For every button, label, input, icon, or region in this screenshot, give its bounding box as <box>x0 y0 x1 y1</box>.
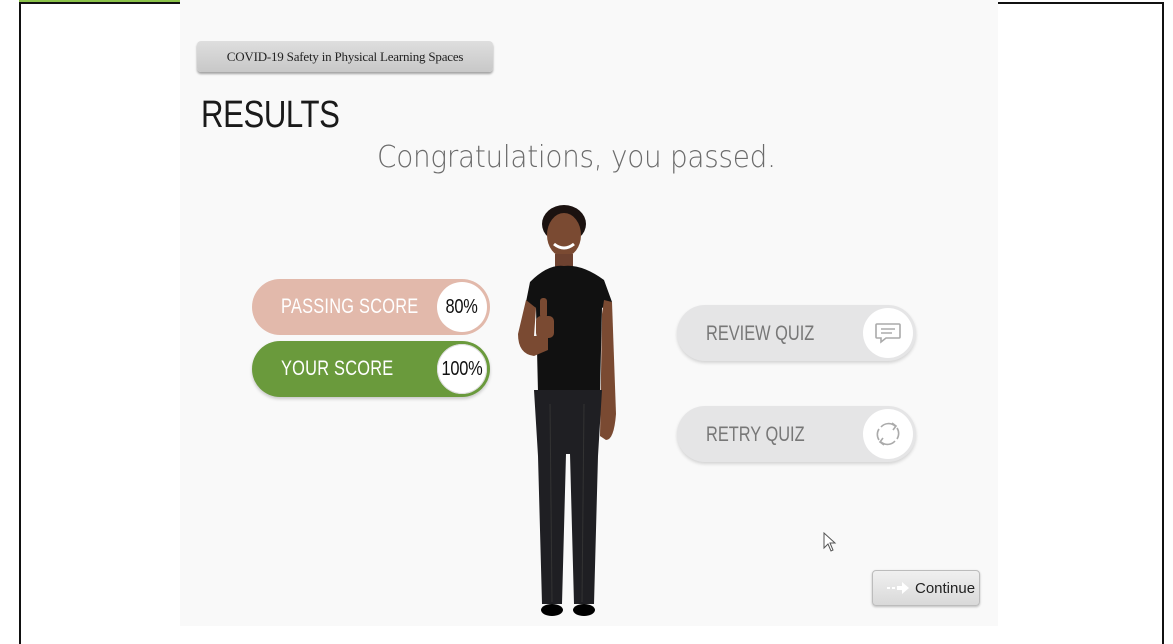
retry-quiz-label: RETRY QUIZ <box>706 423 805 446</box>
your-score-label: YOUR SCORE <box>281 357 394 380</box>
passing-score-badge: 80% <box>437 282 487 332</box>
your-score-badge: 100% <box>437 344 487 394</box>
retry-quiz-button[interactable]: RETRY QUIZ <box>677 406 916 462</box>
course-title-tag: COVID-19 Safety in Physical Learning Spa… <box>197 41 493 72</box>
review-quiz-button[interactable]: REVIEW QUIZ <box>677 305 916 361</box>
your-score-pill: YOUR SCORE 100% <box>252 341 490 397</box>
continue-label: Continue <box>915 579 976 597</box>
refresh-icon <box>863 409 913 459</box>
mouse-cursor-icon <box>823 532 837 552</box>
review-quiz-label: REVIEW QUIZ <box>706 322 815 345</box>
chat-bubble-icon <box>863 308 913 358</box>
arrow-right-icon <box>887 582 909 594</box>
continue-button[interactable]: Continue <box>872 570 980 606</box>
presenter-figure <box>518 205 616 616</box>
page-title: RESULTS <box>201 94 340 136</box>
passing-score-value: 80% <box>445 295 479 318</box>
result-message: Congratulations, you passed. <box>377 140 776 175</box>
passing-score-label: PASSING SCORE <box>281 295 419 318</box>
passing-score-pill: PASSING SCORE 80% <box>252 279 490 335</box>
your-score-value: 100% <box>441 357 483 380</box>
